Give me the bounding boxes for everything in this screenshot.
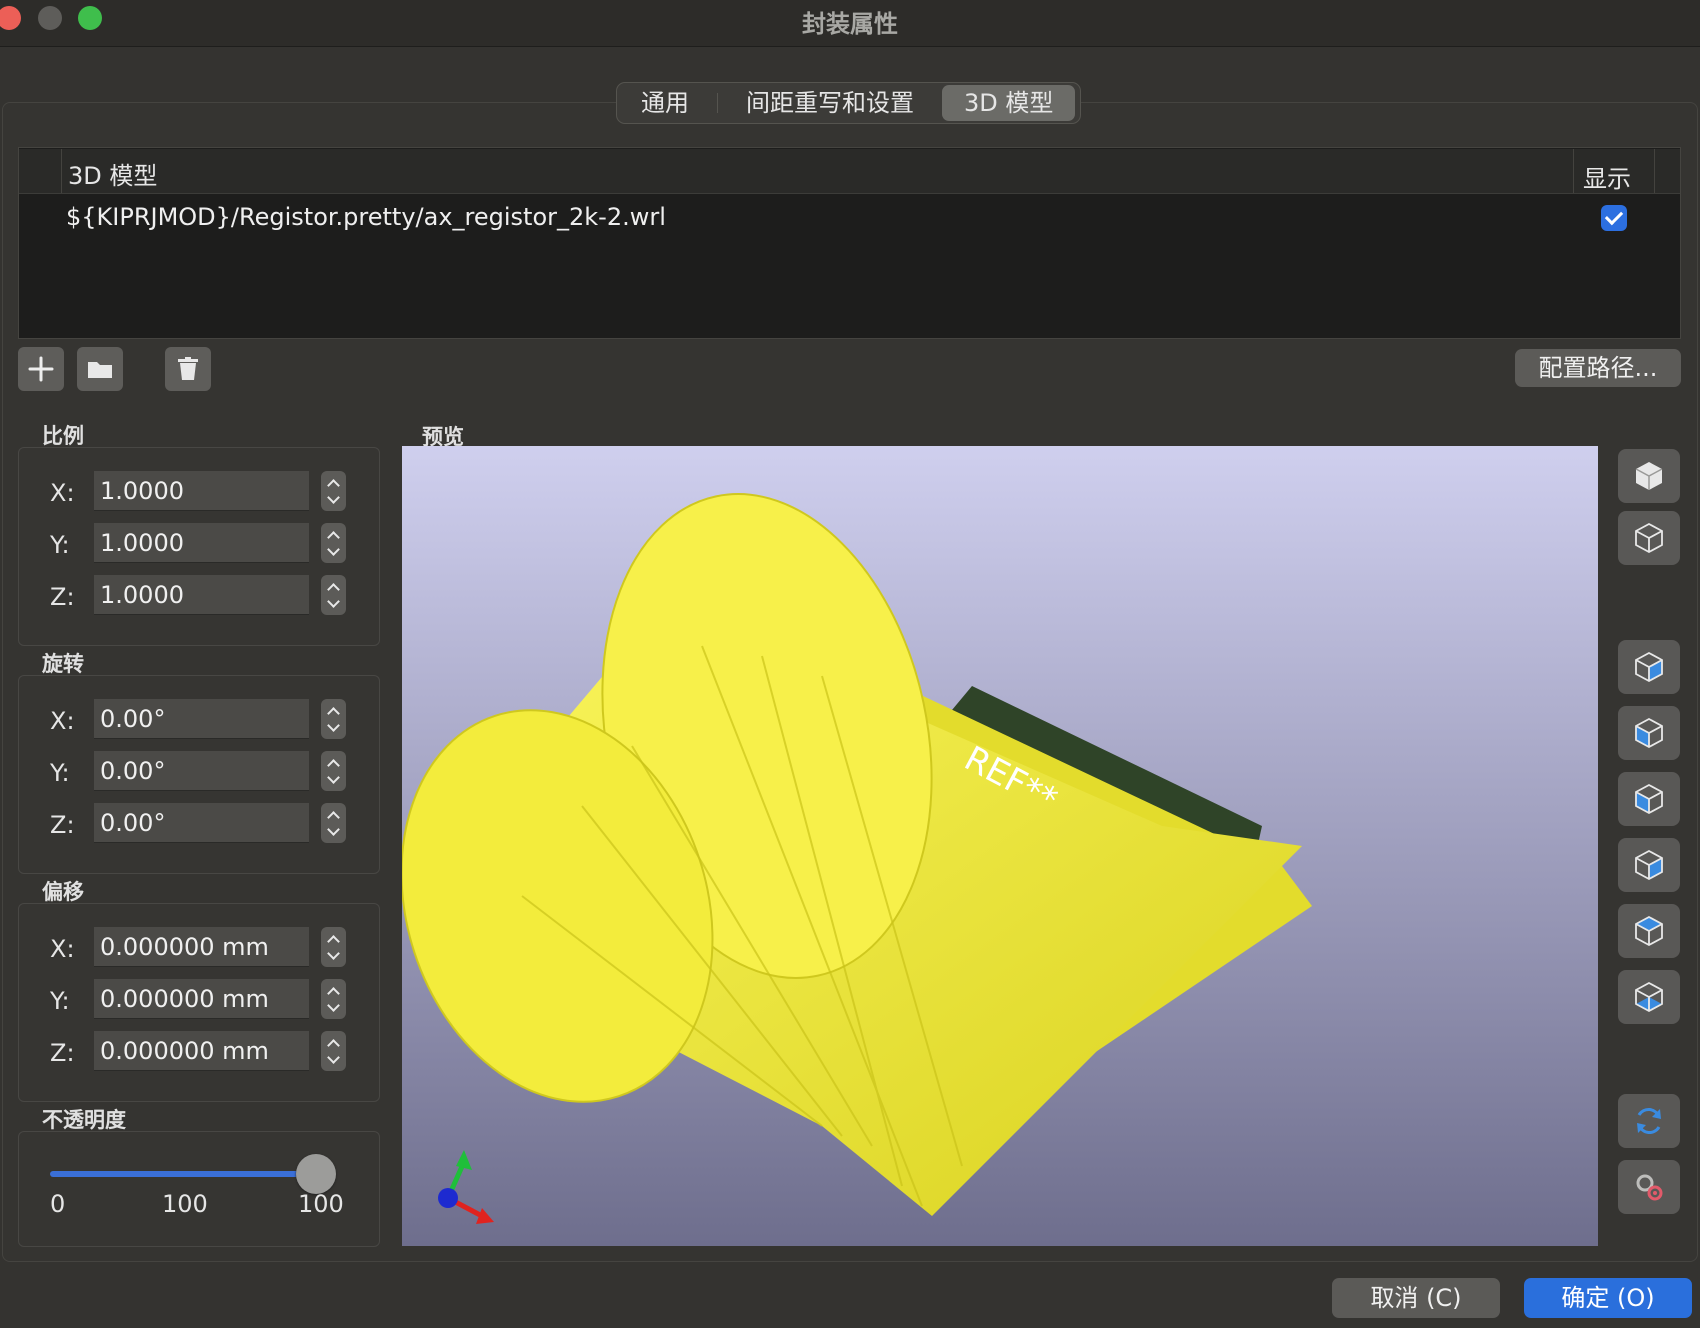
scale-x-input[interactable]: 1.0000	[94, 471, 309, 511]
offset-group-title: 偏移	[42, 880, 84, 904]
3d-model-render: REF**	[402, 493, 1312, 1224]
scale-y-spinner[interactable]	[321, 523, 346, 563]
model-path-cell[interactable]: ${KIPRJMOD}/Registor.pretty/ax_registor_…	[66, 203, 666, 231]
3d-preview-canvas[interactable]: REF**	[402, 446, 1598, 1246]
preview-settings-button[interactable]	[1618, 1160, 1680, 1214]
settings-icon	[1636, 1174, 1663, 1201]
rotation-x-label: X:	[50, 707, 75, 735]
scale-y-label: Y:	[50, 531, 70, 559]
column-header-model[interactable]: 3D 模型	[68, 156, 157, 191]
view-bottom-icon	[1635, 981, 1663, 1013]
rotation-z-spinner[interactable]	[321, 803, 346, 843]
offset-z-input[interactable]: 0.000000 mm	[94, 1031, 309, 1071]
scale-y-input[interactable]: 1.0000	[94, 523, 309, 563]
rotation-x-spinner[interactable]	[321, 699, 346, 739]
configure-paths-button[interactable]: 配置路径...	[1515, 349, 1681, 387]
offset-z-label: Z:	[50, 1039, 75, 1067]
view-top-icon	[1635, 915, 1663, 947]
view-left-icon	[1635, 651, 1663, 683]
tab-separator	[717, 93, 718, 113]
view-right-button[interactable]	[1618, 706, 1680, 760]
opacity-slider-handle[interactable]	[296, 1154, 336, 1194]
scale-z-input[interactable]: 1.0000	[94, 575, 309, 615]
column-header-show-label: 显示	[1583, 165, 1631, 193]
tab-general[interactable]: 通用	[619, 85, 711, 121]
offset-x-label: X:	[50, 935, 75, 963]
rotation-x-input[interactable]: 0.00°	[94, 699, 309, 739]
rotation-group-title: 旋转	[42, 652, 84, 676]
cube-solid-icon	[1635, 462, 1663, 490]
window-title: 封装属性	[802, 10, 898, 38]
rotation-z-label: Z:	[50, 811, 75, 839]
scale-z-spinner[interactable]	[321, 575, 346, 615]
offset-x-input[interactable]: 0.000000 mm	[94, 927, 309, 967]
axis-gizmo	[438, 1150, 494, 1224]
folder-icon	[88, 362, 112, 378]
delete-model-button[interactable]	[165, 347, 211, 391]
plus-icon	[28, 356, 54, 382]
scale-z-label: Z:	[50, 583, 75, 611]
tab-bar: 通用 间距重写和设置 3D 模型	[616, 82, 1081, 124]
opacity-mid-label: 100	[162, 1190, 208, 1218]
scale-x-spinner[interactable]	[321, 471, 346, 511]
reload-view-button[interactable]	[1618, 1094, 1680, 1148]
render-solid-button[interactable]	[1618, 449, 1680, 503]
rotation-y-label: Y:	[50, 759, 70, 787]
view-front-icon	[1635, 783, 1663, 815]
table-header	[19, 149, 1680, 194]
add-model-button[interactable]	[18, 347, 64, 391]
cube-wire-icon	[1635, 522, 1663, 554]
row-header-gutter	[19, 149, 62, 193]
offset-z-spinner[interactable]	[321, 1031, 346, 1071]
cancel-button[interactable]: 取消 (C)	[1332, 1278, 1500, 1318]
ok-button[interactable]: 确定 (O)	[1524, 1278, 1692, 1318]
offset-y-input[interactable]: 0.000000 mm	[94, 979, 309, 1019]
column-header-show[interactable]: 显示	[1573, 149, 1655, 193]
scale-x-label: X:	[50, 479, 75, 507]
offset-y-label: Y:	[50, 987, 70, 1015]
reload-icon	[1637, 1108, 1661, 1134]
rotation-z-input[interactable]: 0.00°	[94, 803, 309, 843]
rotation-y-input[interactable]: 0.00°	[94, 751, 309, 791]
browse-model-button[interactable]	[77, 347, 123, 391]
render-wireframe-button[interactable]	[1618, 511, 1680, 565]
view-back-icon	[1635, 849, 1663, 881]
tab-clearance-overrides[interactable]: 间距重写和设置	[724, 85, 936, 121]
view-back-button[interactable]	[1618, 838, 1680, 892]
view-right-icon	[1635, 717, 1663, 749]
offset-x-spinner[interactable]	[321, 927, 346, 967]
opacity-min-label: 0	[50, 1190, 66, 1218]
opacity-group-title: 不透明度	[42, 1108, 126, 1132]
trash-icon	[178, 357, 198, 380]
offset-y-spinner[interactable]	[321, 979, 346, 1019]
view-bottom-button[interactable]	[1618, 970, 1680, 1024]
show-model-checkbox[interactable]	[1601, 205, 1627, 231]
view-left-button[interactable]	[1618, 640, 1680, 694]
view-top-button[interactable]	[1618, 904, 1680, 958]
opacity-value-label: 100	[298, 1190, 344, 1218]
scale-group-title: 比例	[42, 424, 84, 448]
view-front-button[interactable]	[1618, 772, 1680, 826]
tab-3d-models[interactable]: 3D 模型	[942, 85, 1076, 121]
opacity-slider-track[interactable]	[50, 1171, 320, 1177]
rotation-y-spinner[interactable]	[321, 751, 346, 791]
